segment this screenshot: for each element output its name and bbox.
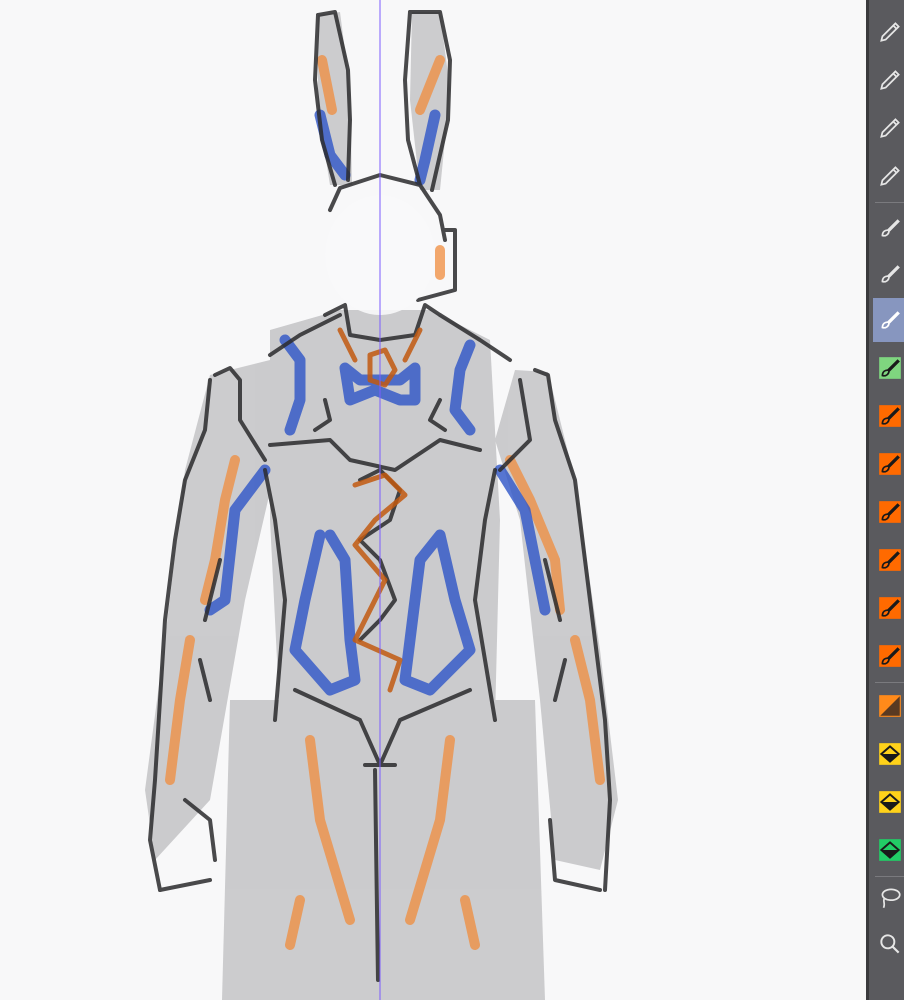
brush-icon <box>879 645 901 667</box>
pen-tool-1[interactable] <box>873 10 904 54</box>
brush-tool-3[interactable] <box>873 298 904 342</box>
toolbar-divider <box>875 682 904 683</box>
brush-tool-5[interactable] <box>873 394 904 438</box>
zoom-tool[interactable] <box>873 922 904 966</box>
lasso-tool[interactable] <box>873 876 904 920</box>
brush-tool-10[interactable] <box>873 634 904 678</box>
drawing-canvas[interactable] <box>0 0 866 1000</box>
brush-tool-1[interactable] <box>873 206 904 250</box>
brush-tool-7[interactable] <box>873 490 904 534</box>
brush-icon <box>879 357 901 379</box>
brush-tool-9[interactable] <box>873 586 904 630</box>
sketch-artwork <box>145 0 618 1000</box>
brush-icon <box>881 265 900 283</box>
pen-tool-3[interactable] <box>873 106 904 150</box>
fill-tool-1[interactable] <box>873 732 904 776</box>
brush-icon <box>879 597 901 619</box>
lasso-icon <box>881 888 901 909</box>
toolbar-divider <box>875 202 904 203</box>
zoom-icon <box>880 934 900 954</box>
pen-icon <box>880 166 900 186</box>
brush-icon <box>879 549 901 571</box>
fill-icon <box>879 839 901 861</box>
brush-icon <box>879 405 901 427</box>
brush-icon <box>881 311 900 329</box>
pen-icon <box>880 70 900 90</box>
brush-icon <box>879 501 901 523</box>
fill-tool-2[interactable] <box>873 780 904 824</box>
fill-icon <box>879 791 901 813</box>
fill-tool-3[interactable] <box>873 828 904 872</box>
brush-icon <box>879 453 901 475</box>
tool-palette <box>866 0 904 1000</box>
pen-tool-4[interactable] <box>873 154 904 198</box>
brush-tool-8[interactable] <box>873 538 904 582</box>
eraser-tool[interactable] <box>873 684 904 728</box>
pen-icon <box>880 118 900 138</box>
brush-tool-6[interactable] <box>873 442 904 486</box>
fill-icon <box>879 743 901 765</box>
eraser-icon <box>879 695 901 717</box>
pen-tool-2[interactable] <box>873 58 904 102</box>
brush-tool-2[interactable] <box>873 252 904 296</box>
pen-icon <box>880 22 900 42</box>
brush-icon <box>881 219 900 237</box>
brush-tool-4[interactable] <box>873 346 904 390</box>
